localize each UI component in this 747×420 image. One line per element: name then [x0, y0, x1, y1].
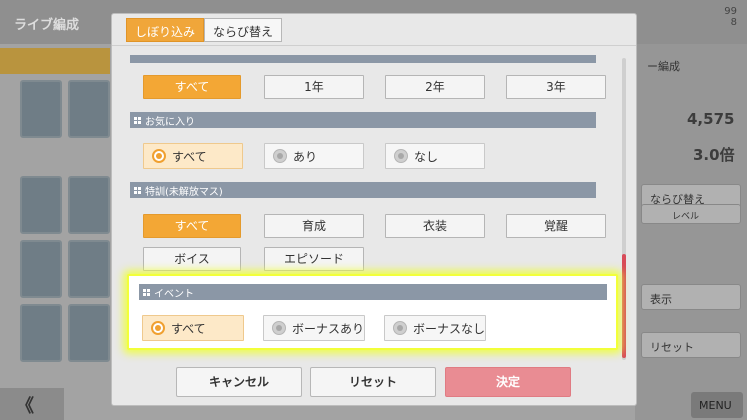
section-header-grade [130, 55, 596, 63]
training-awaken-button[interactable]: 覚醒 [506, 214, 606, 238]
radio-icon [393, 321, 407, 335]
section-header-training: 特訓(未解放マス) [130, 182, 596, 198]
grid-icon [134, 186, 141, 194]
divider [112, 45, 636, 46]
training-costume-button[interactable]: 衣装 [385, 214, 485, 238]
radio-icon [151, 321, 165, 335]
tab-sort[interactable]: ならび替え [204, 18, 283, 42]
favorites-yes-radio[interactable]: あり [264, 143, 364, 169]
card-thumbnail [68, 80, 110, 138]
event-all-radio[interactable]: すべて [142, 315, 244, 341]
training-all-button[interactable]: すべて [143, 214, 241, 238]
background-title: ライブ編成 [14, 18, 80, 33]
card-thumbnail [20, 240, 62, 298]
favorites-no-radio[interactable]: なし [385, 143, 485, 169]
dialog-footer: キャンセル リセット 決定 [112, 366, 636, 406]
training-voice-button[interactable]: ボイス [143, 247, 241, 271]
card-thumbnail [68, 240, 110, 298]
cancel-button[interactable]: キャンセル [176, 367, 302, 397]
section-header-favorites: お気に入り [130, 112, 596, 128]
training-episode-button[interactable]: エピソード [264, 247, 364, 271]
tab-filter[interactable]: しぼり込み [126, 18, 205, 42]
card-thumbnail [20, 80, 62, 138]
radio-icon [394, 149, 408, 163]
grade-3-button[interactable]: 3年 [506, 75, 606, 99]
favorites-all-radio[interactable]: すべて [143, 143, 243, 169]
background-band [0, 48, 110, 74]
grade-2-button[interactable]: 2年 [385, 75, 485, 99]
card-thumbnail [20, 304, 62, 362]
scrollbar-thumb[interactable] [622, 254, 626, 358]
event-bonus-no-radio[interactable]: ボーナスなし [384, 315, 486, 341]
radio-icon [273, 149, 287, 163]
menu-button: MENU [691, 392, 743, 418]
background-card-grid [18, 80, 110, 370]
grid-icon [134, 116, 141, 124]
card-thumbnail [20, 176, 62, 234]
section-header-event: イベント [139, 284, 607, 300]
training-growth-button[interactable]: 育成 [264, 214, 364, 238]
card-thumbnail [68, 304, 110, 362]
radio-icon [152, 149, 166, 163]
background-counter: 99 8 [724, 6, 737, 28]
radio-icon [272, 321, 286, 335]
grade-all-button[interactable]: すべて [143, 75, 241, 99]
dialog-tabs: しぼり込み ならび替え [126, 18, 283, 42]
grid-icon [143, 288, 150, 296]
event-section-highlight: イベント すべて ボーナスあり ボーナスなし [127, 274, 618, 350]
background-right-panel: ー編成 4,575 3.0倍 ならび替え レベル 表示 リセット [635, 44, 747, 420]
event-bonus-yes-radio[interactable]: ボーナスあり [263, 315, 365, 341]
grade-1-button[interactable]: 1年 [264, 75, 364, 99]
confirm-button[interactable]: 決定 [445, 367, 571, 397]
card-thumbnail [68, 176, 110, 234]
back-icon: 《 [0, 388, 64, 420]
reset-button[interactable]: リセット [310, 367, 436, 397]
